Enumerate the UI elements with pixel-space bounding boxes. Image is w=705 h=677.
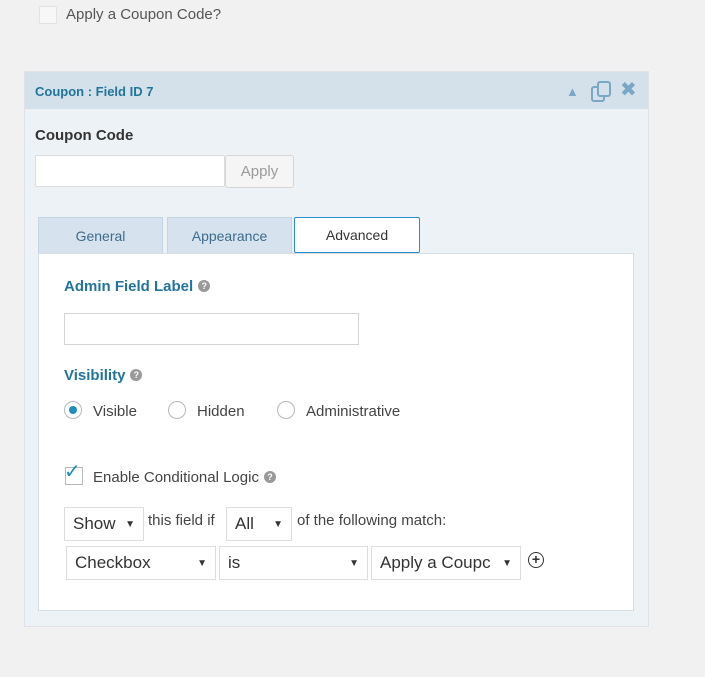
apply-button[interactable]: Apply [225, 155, 294, 188]
help-icon[interactable]: ? [130, 369, 143, 382]
conditional-logic-label: Enable Conditional Logic? [93, 469, 276, 486]
logic-end-text: of the following match: [297, 512, 447, 529]
collapse-arrow-icon[interactable]: ▲ [566, 82, 579, 102]
help-icon[interactable]: ? [263, 471, 276, 484]
rule-operator-select[interactable]: is ▼ [219, 546, 368, 580]
tab-general[interactable]: General [38, 217, 163, 254]
visibility-heading: Visibility? [64, 367, 143, 384]
radio-visible-label: Visible [93, 403, 137, 420]
radio-selected-dot [69, 406, 77, 414]
checkmark-icon: ✓ [64, 461, 81, 483]
chevron-down-icon: ▼ [502, 558, 512, 569]
admin-field-label-heading: Admin Field Label? [64, 278, 211, 295]
help-icon[interactable]: ? [198, 280, 211, 293]
rule-field-select[interactable]: Checkbox ▼ [66, 546, 216, 580]
rule-value-select[interactable]: Apply a Coupc ▼ [371, 546, 521, 580]
tab-advanced[interactable]: Advanced [294, 217, 420, 253]
apply-coupon-checkbox[interactable] [39, 6, 57, 24]
logic-mid-text: this field if [148, 512, 215, 529]
quantifier-select[interactable]: All ▼ [226, 507, 292, 541]
close-icon[interactable]: ✖ [620, 80, 637, 100]
radio-hidden-label: Hidden [197, 403, 245, 420]
radio-hidden[interactable] [168, 401, 186, 419]
panel-title: Coupon : Field ID 7 [35, 84, 154, 99]
admin-field-label-input[interactable] [64, 313, 359, 345]
tab-appearance[interactable]: Appearance [167, 217, 292, 254]
coupon-code-input[interactable] [35, 155, 225, 187]
radio-administrative-label: Administrative [306, 403, 401, 420]
coupon-code-label: Coupon Code [35, 127, 134, 144]
chevron-down-icon: ▼ [349, 558, 359, 569]
duplicate-icon[interactable] [589, 80, 613, 108]
chevron-down-icon: ▼ [197, 558, 207, 569]
chevron-down-icon: ▼ [125, 519, 135, 530]
add-rule-icon[interactable]: + [528, 552, 544, 568]
radio-administrative[interactable] [277, 401, 295, 419]
apply-coupon-label: Apply a Coupon Code? [66, 6, 222, 23]
action-select[interactable]: Show ▼ [64, 507, 144, 541]
chevron-down-icon: ▼ [273, 519, 283, 530]
